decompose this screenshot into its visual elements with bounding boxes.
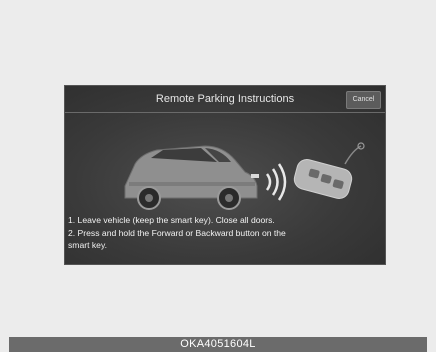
- dialog-title: Remote Parking Instructions: [155, 93, 295, 105]
- instruction-step-2-continued: smart key.: [68, 240, 107, 250]
- instruction-step-1: 1. Leave vehicle (keep the smart key). C…: [68, 215, 275, 225]
- car-icon: [124, 145, 259, 210]
- cancel-button[interactable]: Cancel: [346, 91, 381, 109]
- wireless-signal-icon: [265, 163, 287, 201]
- remote-parking-screen: Remote Parking Instructions Cancel 1. Le…: [64, 85, 386, 265]
- title-bar: Remote Parking Instructions Cancel: [65, 86, 385, 113]
- instructions-text: 1. Leave vehicle (keep the smart key). C…: [68, 214, 382, 252]
- remote-parking-illustration: [124, 142, 365, 210]
- figure-code-bar: OKA4051604L: [9, 337, 427, 352]
- figure-code: OKA4051604L: [180, 338, 256, 350]
- smart-key-icon: [293, 142, 365, 199]
- instruction-step-2: 2. Press and hold the Forward or Backwar…: [68, 227, 286, 238]
